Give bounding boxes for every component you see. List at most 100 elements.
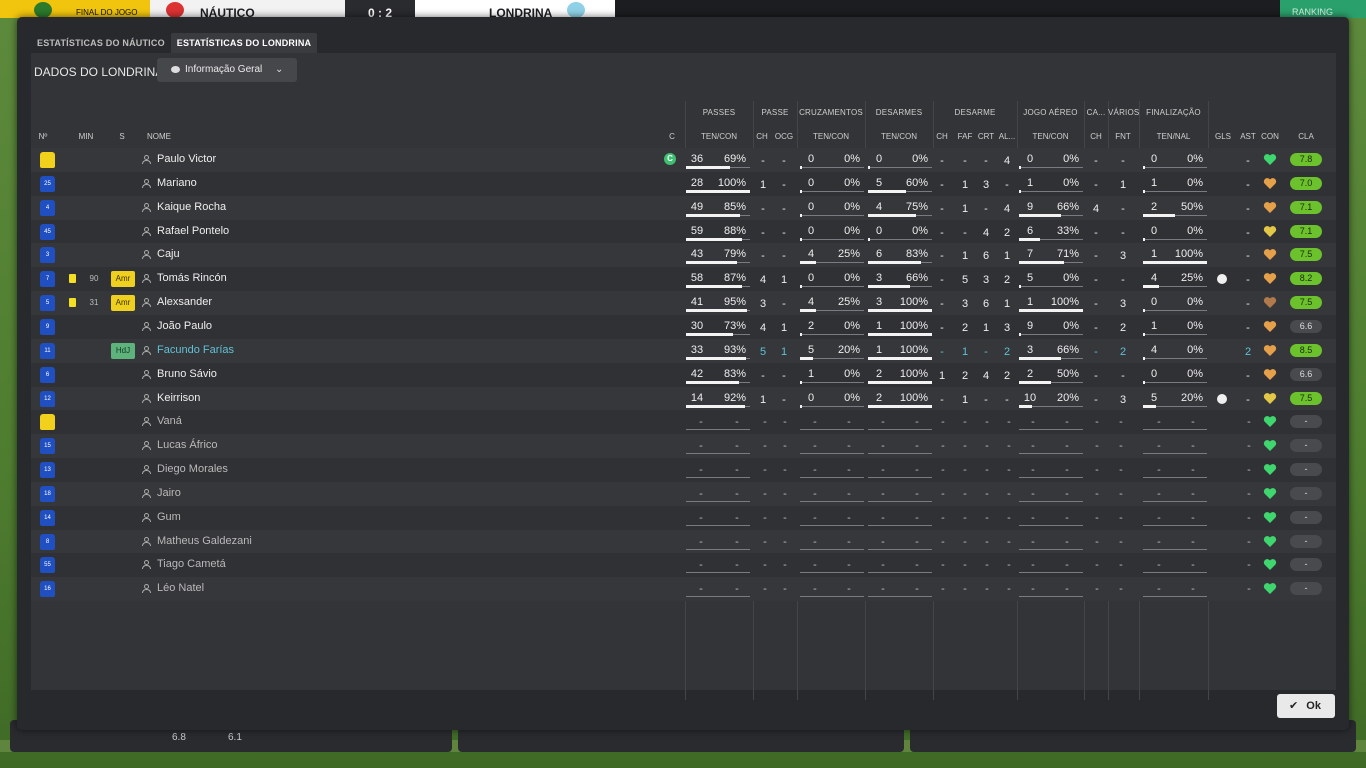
table-row[interactable]: [31, 243, 1336, 268]
column-header-cla[interactable]: CLA: [1289, 132, 1323, 141]
column-header-con[interactable]: CON: [1259, 132, 1281, 141]
player-name[interactable]: Jairo: [157, 487, 181, 499]
empty-stat: -: [1007, 535, 1011, 548]
player-name[interactable]: Paulo Victor: [157, 153, 216, 165]
player-name[interactable]: Alexsander: [157, 296, 212, 308]
player-name[interactable]: João Paulo: [157, 320, 212, 332]
aerial-percent: 66%: [1056, 343, 1079, 356]
tab-londrina-stats[interactable]: ESTATÍSTICAS DO LONDRINA: [170, 33, 318, 53]
empty-stat-track: [686, 524, 750, 526]
empty-stat: -: [1007, 583, 1011, 596]
column-header-aereo[interactable]: TEN/CON: [1017, 132, 1084, 141]
crosses-attempts: 4: [807, 296, 815, 309]
column-header-ast[interactable]: AST: [1239, 132, 1257, 141]
fouls-fnt: -: [1121, 369, 1125, 382]
table-row[interactable]: [31, 505, 1336, 530]
column-header-des-crt[interactable]: CRT: [977, 132, 995, 141]
player-name[interactable]: Vaná: [157, 415, 182, 427]
column-header-fnt[interactable]: FNT: [1111, 132, 1135, 141]
table-row[interactable]: [31, 410, 1336, 435]
empty-stat: -: [847, 583, 851, 596]
table-row[interactable]: [31, 481, 1336, 506]
eye-icon: [171, 66, 180, 73]
empty-stat: -: [941, 559, 945, 572]
table-row[interactable]: [31, 314, 1336, 339]
fouls-fnt: -: [1121, 274, 1125, 287]
table-row[interactable]: [31, 362, 1336, 387]
column-header-gls[interactable]: GLS: [1212, 132, 1234, 141]
player-name[interactable]: Tomás Rincón: [157, 272, 227, 284]
player-name[interactable]: Léo Natel: [157, 582, 204, 594]
column-header-nome[interactable]: NOME: [139, 132, 179, 141]
table-row[interactable]: [31, 434, 1336, 459]
away-team: LONDRINA: [415, 0, 615, 20]
column-header-c[interactable]: C: [667, 132, 677, 141]
column-header-num[interactable]: Nº: [37, 132, 49, 141]
player-name[interactable]: Gum: [157, 511, 181, 523]
group-header-ca: CA...: [1086, 108, 1106, 117]
column-header-desarmes[interactable]: TEN/CON: [865, 132, 933, 141]
column-header-des-al[interactable]: AL...: [997, 132, 1017, 141]
ok-button[interactable]: ✔ Ok: [1277, 694, 1335, 718]
player-name[interactable]: Caju: [157, 248, 180, 260]
empty-stat: -: [813, 464, 817, 477]
aerial-percent: 0%: [1063, 176, 1079, 189]
empty-stat: -: [1065, 535, 1069, 548]
player-name[interactable]: Diego Morales: [157, 463, 228, 475]
empty-stat: -: [1247, 487, 1251, 500]
shots-track: [1159, 286, 1207, 288]
player-name[interactable]: Bruno Sávio: [157, 368, 217, 380]
passes-track: [745, 405, 750, 407]
player-name[interactable]: Kaique Rocha: [157, 201, 226, 213]
column-header-finaliz[interactable]: TEN/NAL: [1139, 132, 1208, 141]
passe-ocg: -: [782, 155, 786, 167]
column-header-s[interactable]: S: [117, 132, 127, 141]
player-person-icon: [142, 202, 151, 212]
table-row[interactable]: [31, 148, 1336, 172]
empty-stat: -: [1157, 511, 1161, 524]
table-row[interactable]: [31, 195, 1336, 220]
tab-nautico-stats[interactable]: ESTATÍSTICAS DO NÁUTICO: [31, 33, 171, 53]
shots-attempts: 0: [1150, 224, 1158, 237]
column-header-des-ch[interactable]: CH: [935, 132, 949, 141]
column-header-passe-ocg[interactable]: OCG: [773, 132, 795, 141]
table-row[interactable]: [31, 553, 1336, 578]
table-row[interactable]: [31, 171, 1336, 196]
condition-heart-icon: [1263, 273, 1277, 285]
column-header-passe-ch[interactable]: CH: [755, 132, 769, 141]
aerial-fill-bar: [1019, 237, 1040, 241]
table-row[interactable]: [31, 577, 1336, 602]
empty-stat: -: [1031, 535, 1035, 548]
empty-stat: -: [699, 416, 703, 429]
tackles-percent: 66%: [905, 272, 928, 285]
table-row[interactable]: [31, 291, 1336, 316]
empty-stat: -: [847, 511, 851, 524]
table-row[interactable]: [31, 267, 1336, 292]
table-row[interactable]: [31, 386, 1336, 411]
condition-heart-icon: [1263, 321, 1277, 332]
view-selector-dropdown[interactable]: Informação Geral ⌄: [157, 58, 297, 82]
person-body: [142, 279, 151, 284]
crosses-track: [802, 286, 864, 288]
score: 0 : 2: [345, 0, 415, 20]
player-name[interactable]: Matheus Galdezani: [157, 535, 252, 547]
shots-percent: 0%: [1187, 176, 1203, 189]
column-header-ca-ch[interactable]: CH: [1088, 132, 1104, 141]
player-rating: 7.5: [1290, 296, 1322, 310]
column-header-passes[interactable]: TEN/CON: [685, 132, 753, 141]
column-header-des-faf[interactable]: FAF: [955, 132, 975, 141]
player-name[interactable]: Keirrison: [157, 392, 200, 404]
column-header-min[interactable]: MIN: [75, 132, 97, 141]
player-name[interactable]: Rafael Pontelo: [157, 225, 229, 237]
player-name[interactable]: Facundo Farías: [157, 344, 234, 356]
condition-heart-icon: [1263, 416, 1277, 428]
player-name[interactable]: Mariano: [157, 177, 197, 189]
ranking-button[interactable]: RANKING: [1280, 0, 1366, 18]
empty-stat: -: [735, 487, 739, 500]
player-name[interactable]: Tiago Cametá: [157, 558, 226, 570]
column-header-cruz[interactable]: TEN/CON: [797, 132, 865, 141]
shirt-number-icon: 15: [40, 438, 55, 455]
passes-percent: 69%: [723, 153, 746, 165]
empty-stat: -: [1065, 487, 1069, 500]
player-name[interactable]: Lucas Áfrico: [157, 439, 218, 451]
